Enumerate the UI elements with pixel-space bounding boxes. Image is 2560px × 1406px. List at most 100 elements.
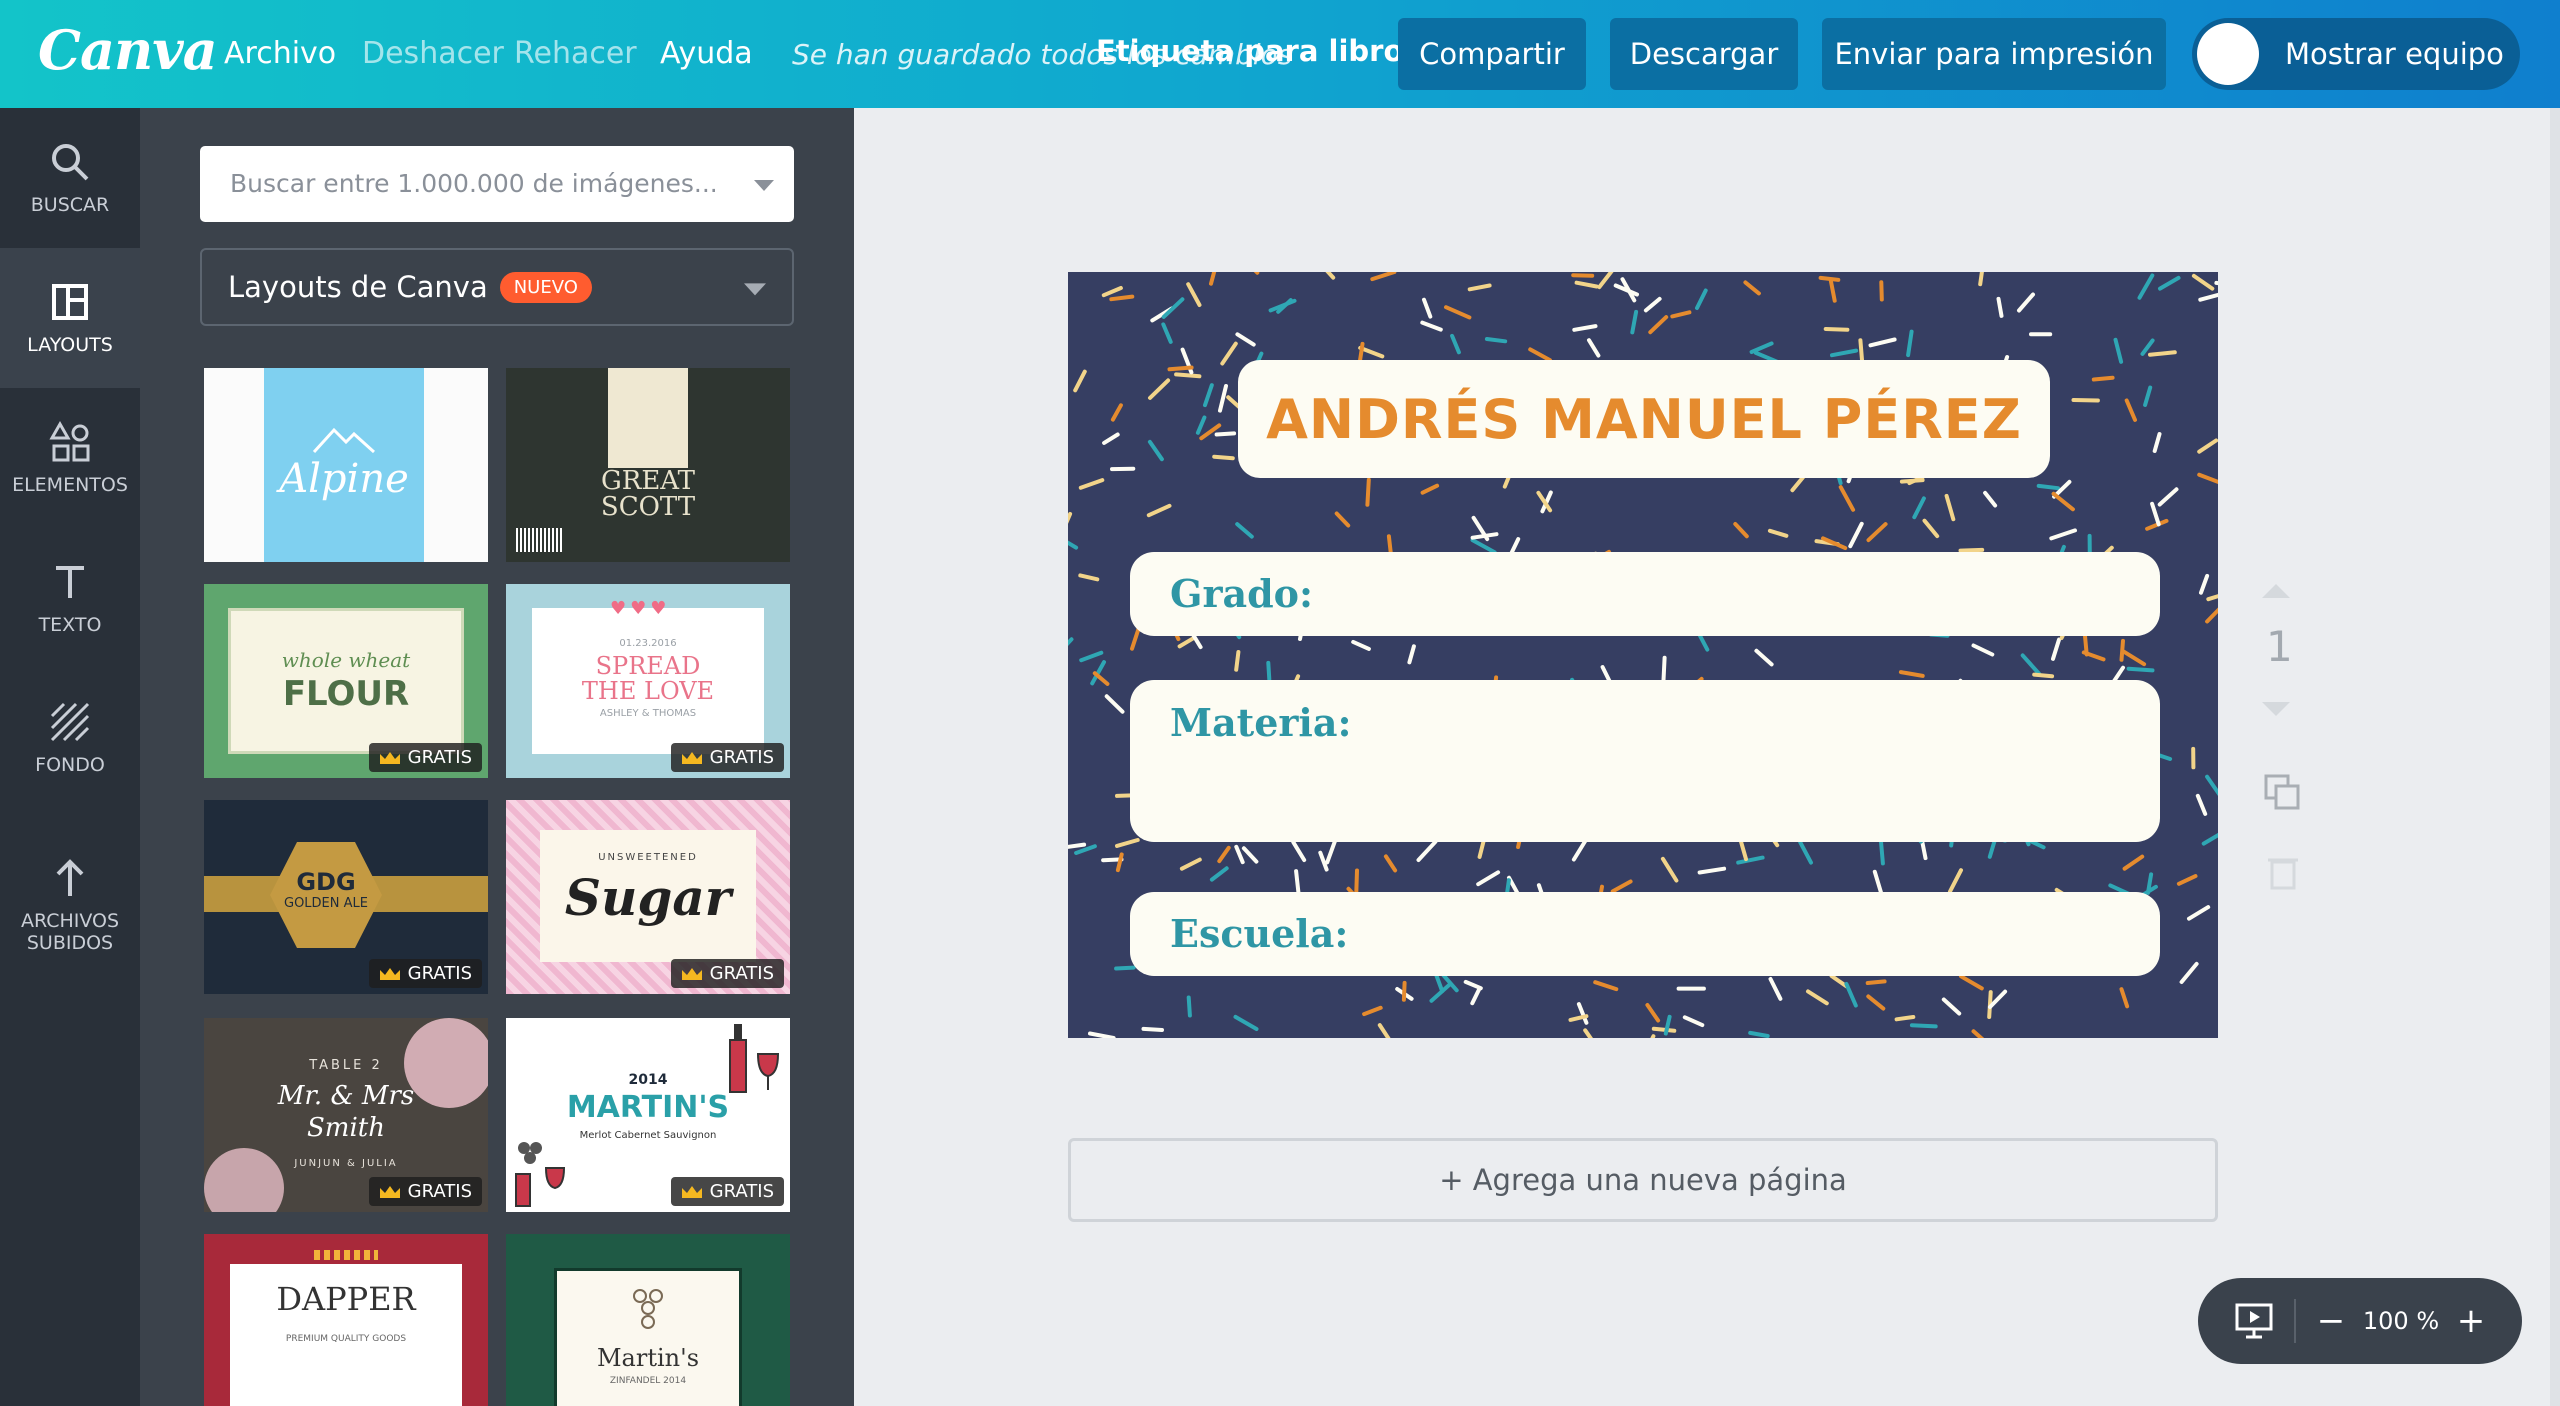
template-martins-year: 2014 xyxy=(628,1072,668,1088)
template-mr-mrs-smith[interactable]: TABLE 2 Mr. & Mrs Smith JUNJUN & JULIA G… xyxy=(204,1018,488,1212)
confetti-piece xyxy=(1362,1005,1383,1017)
free-badge: GRATIS xyxy=(670,743,784,772)
confetti-piece xyxy=(1754,648,1774,667)
confetti-piece xyxy=(1798,840,1813,865)
confetti-piece xyxy=(1736,855,1765,865)
confetti-piece xyxy=(1645,1003,1661,1023)
workspace-scrollbar[interactable] xyxy=(2550,108,2560,1406)
move-page-down-icon[interactable] xyxy=(2262,702,2290,716)
mountain-icon xyxy=(312,427,376,454)
nav-fondo[interactable]: FONDO xyxy=(0,668,140,808)
search-input[interactable]: Buscar entre 1.000.000 de imágenes... xyxy=(200,146,794,222)
presentation-icon[interactable] xyxy=(2234,1301,2274,1341)
name-text-box[interactable]: ANDRÉS MANUEL PÉREZ xyxy=(1238,360,2050,478)
confetti-piece xyxy=(1377,1023,1391,1038)
menu-archivo[interactable]: Archivo xyxy=(224,36,336,71)
confetti-piece xyxy=(1233,1014,1259,1031)
template-spread-the-love[interactable]: ♥♥♥ 01.23.2016 SPREAD THE LOVE ASHLEY & … xyxy=(506,584,790,778)
confetti-piece xyxy=(1234,650,1241,672)
template-martins-zinfandel[interactable]: Martin's ZINFANDEL 2014 xyxy=(506,1234,790,1406)
nav-texto[interactable]: TEXTO xyxy=(0,528,140,668)
template-sugar[interactable]: UNSWEETENED Sugar GRATIS xyxy=(506,800,790,994)
canva-logo[interactable]: Canva xyxy=(38,18,218,82)
nav-elementos-label: ELEMENTOS xyxy=(12,474,128,496)
confetti-piece xyxy=(1528,347,1552,363)
template-great-scott[interactable]: GREAT SCOTT xyxy=(506,368,790,562)
field-materia[interactable]: Materia: xyxy=(1130,680,2160,842)
template-alpine[interactable]: Alpine xyxy=(204,368,488,562)
confetti-piece xyxy=(2119,987,2130,1009)
template-dapper-sub: PREMIUM QUALITY GOODS xyxy=(285,1334,407,1344)
free-badge-label: GRATIS xyxy=(709,1181,774,1202)
confetti-piece xyxy=(1948,868,1963,894)
confetti-piece xyxy=(1365,477,1371,507)
confetti-piece xyxy=(1912,496,1926,520)
crown-icon xyxy=(681,1185,702,1198)
duplicate-page-icon[interactable] xyxy=(2262,772,2302,812)
confetti-piece xyxy=(1587,338,1601,358)
design-page[interactable]: ANDRÉS MANUEL PÉREZ Grado: Materia: Escu… xyxy=(1068,272,2218,1038)
layouts-dropdown[interactable]: Layouts de Canva NUEVO xyxy=(200,248,794,326)
confetti-piece xyxy=(2206,594,2218,602)
confetti-piece xyxy=(1209,272,1217,286)
zoom-in-button[interactable]: + xyxy=(2456,1301,2486,1341)
delete-page-icon[interactable] xyxy=(2268,854,2298,890)
nav-archivos-subidos[interactable]: ARCHIVOS SUBIDOS xyxy=(0,820,140,990)
crown-icon xyxy=(681,751,702,764)
confetti-piece xyxy=(1838,485,1856,512)
template-dapper[interactable]: DAPPER PREMIUM QUALITY GOODS xyxy=(204,1234,488,1406)
zoom-separator xyxy=(2294,1299,2296,1343)
confetti-piece xyxy=(1146,503,1172,518)
confetti-piece xyxy=(2119,638,2125,662)
search-dropdown-caret-icon[interactable] xyxy=(754,180,774,191)
confetti-piece xyxy=(1909,1023,1938,1029)
confetti-piece xyxy=(1768,977,1783,1001)
zoom-level[interactable]: 100 % xyxy=(2346,1307,2456,1335)
confetti-piece xyxy=(1203,383,1214,408)
template-golden-ale[interactable]: GDG GOLDEN ALE GRATIS xyxy=(204,800,488,994)
document-title[interactable]: Etiqueta para libros xyxy=(1096,34,1421,68)
free-badge: GRATIS xyxy=(670,1177,784,1206)
confetti-piece xyxy=(1470,986,1482,1006)
confetti-piece xyxy=(1660,856,1679,883)
nav-elementos[interactable]: ELEMENTOS xyxy=(0,388,140,528)
confetti-piece xyxy=(1958,547,1985,553)
confetti-piece xyxy=(2113,337,2124,364)
template-sugar-top: UNSWEETENED xyxy=(598,852,698,863)
confetti-piece xyxy=(1470,538,1497,555)
template-flour-main: FLOUR xyxy=(282,674,410,714)
menu-ayuda[interactable]: Ayuda xyxy=(660,36,753,71)
share-button[interactable]: Compartir xyxy=(1398,18,1586,90)
crown-icon xyxy=(379,751,400,764)
menu-rehacer[interactable]: Rehacer xyxy=(514,36,637,71)
template-flour[interactable]: whole wheat FLOUR GRATIS xyxy=(204,584,488,778)
confetti-piece xyxy=(1733,522,1749,539)
move-page-up-icon[interactable] xyxy=(2262,584,2290,598)
text-icon xyxy=(56,566,84,598)
menu-deshacer[interactable]: Deshacer xyxy=(362,36,504,71)
print-button[interactable]: Enviar para impresión xyxy=(1822,18,2166,90)
show-team-button[interactable]: Mostrar equipo xyxy=(2192,18,2520,90)
grapes-icon xyxy=(515,1142,566,1207)
add-page-button[interactable]: + Agrega una nueva página xyxy=(1068,1138,2218,1222)
confetti-piece xyxy=(1114,965,1136,971)
confetti-piece xyxy=(2201,832,2218,846)
confetti-piece xyxy=(1161,322,1173,344)
nav-buscar[interactable]: BUSCAR xyxy=(0,108,140,248)
download-button[interactable]: Descargar xyxy=(1610,18,1798,90)
template-martins[interactable]: 2014 MARTIN'S Merlot Cabernet Sauvignon … xyxy=(506,1018,790,1212)
template-gdg-sub: GOLDEN ALE xyxy=(284,896,368,911)
confetti-piece xyxy=(1922,518,1940,539)
team-avatar xyxy=(2197,23,2259,85)
confetti-piece xyxy=(1420,320,1443,332)
field-escuela[interactable]: Escuela: xyxy=(1130,892,2160,976)
confetti-piece xyxy=(1234,844,1245,865)
zoom-out-button[interactable]: − xyxy=(2316,1301,2346,1341)
template-alpine-title: Alpine xyxy=(279,456,409,502)
field-grado[interactable]: Grado: xyxy=(1130,552,2160,636)
nav-layouts[interactable]: LAYOUTS xyxy=(0,248,140,388)
confetti-piece xyxy=(1104,694,1125,714)
confetti-piece xyxy=(1959,974,1984,991)
confetti-piece xyxy=(1235,332,1256,347)
template-spread-line2: THE LOVE xyxy=(581,677,715,705)
